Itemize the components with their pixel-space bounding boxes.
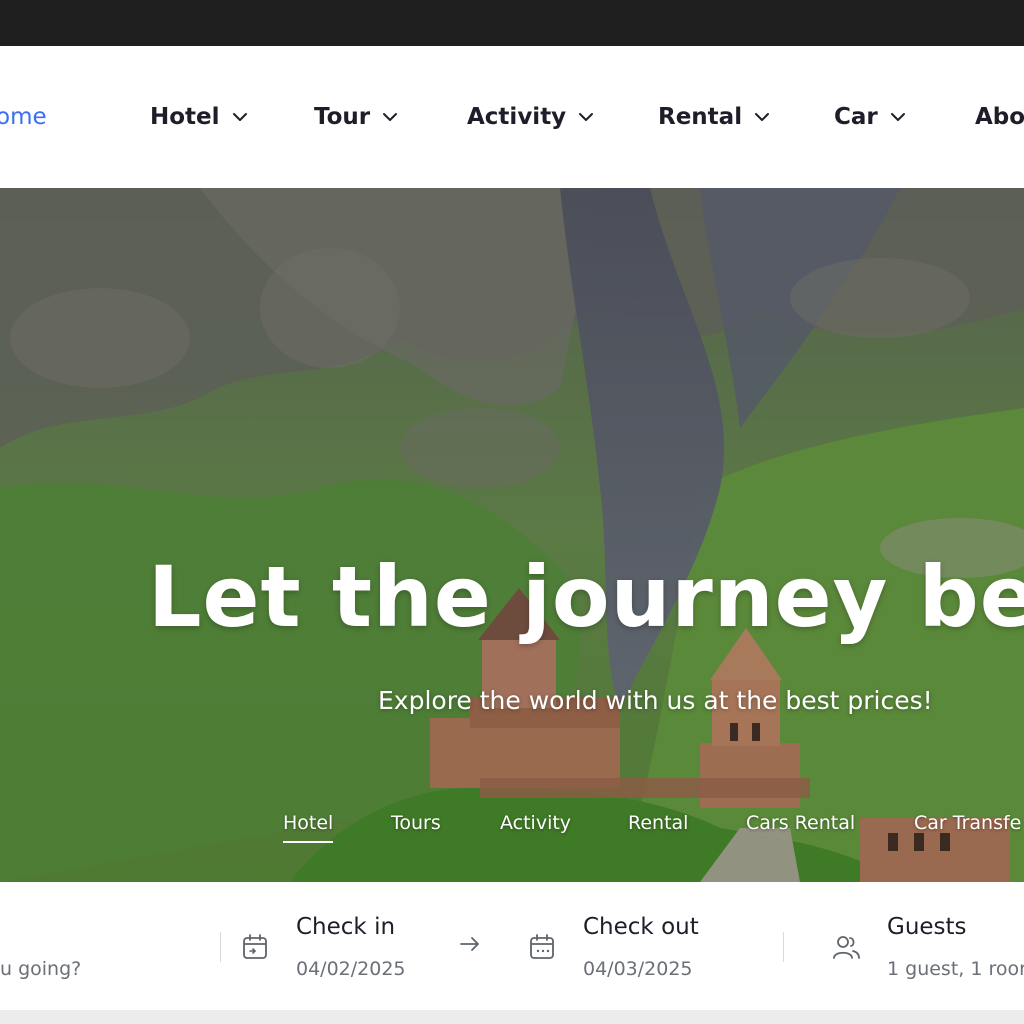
calendar-icon: [243, 934, 267, 959]
nav-item-tour[interactable]: Tour: [314, 102, 398, 132]
hero-title: Let the journey be: [148, 548, 1024, 646]
chevron-down-icon: [755, 113, 770, 121]
nav-item-about[interactable]: Abo: [975, 102, 1024, 132]
nav-item-activity[interactable]: Activity: [467, 102, 594, 132]
divider: [783, 932, 784, 962]
tab-hotel[interactable]: Hotel: [283, 812, 334, 843]
destination-input[interactable]: u going?: [0, 958, 81, 980]
calendar-icon: [530, 934, 554, 959]
nav-item-rental[interactable]: Rental: [658, 102, 770, 132]
chevron-down-icon: [232, 113, 247, 121]
hero-section: Let the journey be Explore the world wit…: [0, 188, 1024, 882]
nav-item-car[interactable]: Car: [834, 102, 906, 132]
check-out-field[interactable]: 04/03/2025: [583, 958, 693, 980]
tab-activity[interactable]: Activity: [500, 812, 571, 834]
nav-item-label: Activity: [467, 104, 567, 130]
nav-item-label: ome: [0, 104, 47, 130]
search-form: u going? Check in 04/02/2025 Check out 0…: [0, 882, 1024, 1010]
chevron-down-icon: [890, 113, 905, 121]
nav-item-label: Abo: [975, 104, 1024, 130]
tab-rental[interactable]: Rental: [628, 812, 688, 834]
check-out-label: Check out: [583, 914, 699, 940]
arrow-right-icon: [460, 937, 479, 951]
guests-label: Guests: [887, 914, 967, 940]
hero-subtitle: Explore the world with us at the best pr…: [378, 686, 933, 715]
tab-tours[interactable]: Tours: [391, 812, 441, 834]
check-in-label: Check in: [296, 914, 396, 940]
nav-item-label: Tour: [314, 104, 371, 130]
main-navigation: ome Hotel Tour Activity Rental Car Abo: [0, 46, 1024, 188]
nav-item-label: Hotel: [150, 104, 220, 130]
nav-item-home[interactable]: ome: [0, 102, 47, 132]
users-icon: [833, 936, 860, 959]
tab-cars-rental[interactable]: Cars Rental: [746, 812, 855, 834]
hero-background-image: [0, 188, 1024, 882]
nav-item-hotel[interactable]: Hotel: [150, 102, 248, 132]
chevron-down-icon: [383, 113, 398, 121]
nav-item-label: Rental: [658, 104, 743, 130]
check-in-field[interactable]: 04/02/2025: [296, 958, 406, 980]
divider: [220, 932, 221, 962]
nav-item-label: Car: [834, 104, 878, 130]
guests-field[interactable]: 1 guest, 1 roor: [887, 958, 1024, 980]
browser-top-bar: [0, 0, 1024, 46]
chevron-down-icon: [579, 113, 594, 121]
tab-car-transfer[interactable]: Car Transfe: [914, 812, 1021, 834]
